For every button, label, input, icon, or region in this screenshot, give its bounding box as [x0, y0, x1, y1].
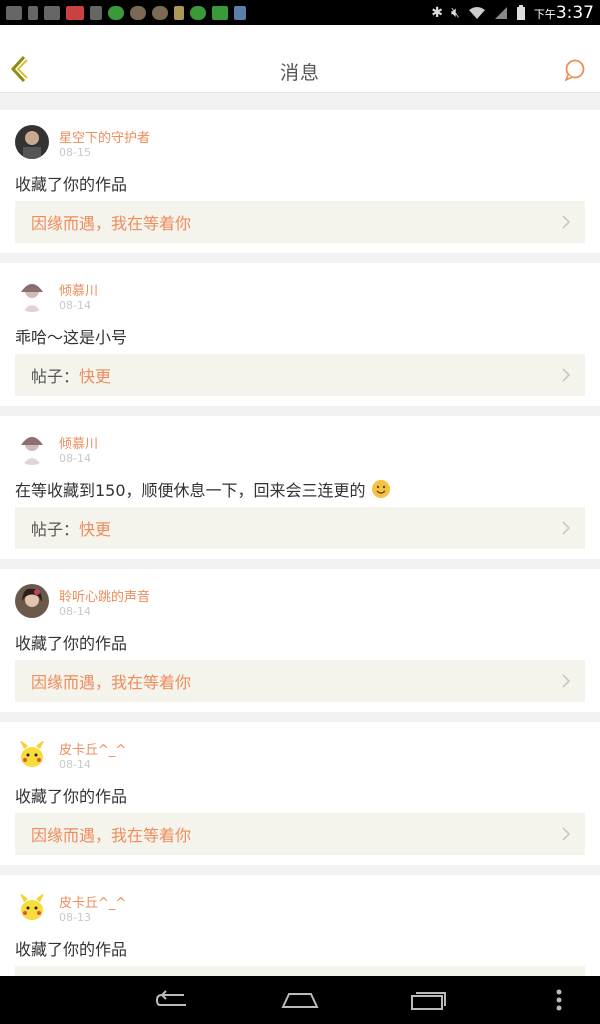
user-name[interactable]: 皮卡丘^_^: [59, 892, 126, 911]
app-notification-icon: [152, 5, 168, 20]
wifi-icon: [468, 6, 485, 19]
message-text: 收藏了你的作品: [15, 940, 128, 959]
message-date: 08-15: [59, 146, 91, 159]
app-notification-icon: [174, 5, 184, 20]
user-name[interactable]: 倾慕川: [59, 433, 98, 452]
pikachu-avatar[interactable]: [15, 737, 49, 771]
link-prefix: 帖子：: [31, 520, 80, 539]
status-time: 3:37: [555, 2, 594, 23]
user-name[interactable]: 皮卡丘^_^: [59, 739, 126, 758]
battery-icon: [516, 4, 525, 20]
message-text: 乖哈～这是小号: [15, 328, 128, 347]
page-title: 消息: [279, 62, 320, 84]
message-text-row: 在等收藏到150，顺便休息一下，回来会三连更的: [15, 477, 391, 501]
system-nav-bar: [0, 976, 600, 1024]
linked-post[interactable]: 因缘而遇，我在等着你: [15, 201, 585, 243]
linked-post[interactable]: [15, 966, 585, 976]
image-notification-icon: [44, 5, 60, 20]
message-date: 08-13: [59, 911, 91, 924]
chevron-right-icon: [562, 368, 571, 382]
link-prefix: 帖子：: [31, 367, 80, 386]
linked-post[interactable]: 因缘而遇，我在等着你: [15, 813, 585, 855]
chevron-right-icon: [562, 827, 571, 841]
message-card[interactable]: 皮卡丘^_^ 08-14 收藏了你的作品 因缘而遇，我在等着你: [0, 722, 600, 865]
message-date: 08-14: [59, 299, 91, 312]
status-bar: ✱ 🔇︎ 下午3:37: [0, 0, 600, 25]
screen: ✱ 🔇︎ 下午3:37 消息 星空下的守护者 08-15 收藏了你的作品 因缘而…: [0, 0, 600, 1024]
linked-post[interactable]: 因缘而遇，我在等着你: [15, 660, 585, 702]
overflow-menu-icon: [556, 989, 562, 1011]
nav-home-button[interactable]: [270, 984, 330, 1016]
lock-icon: [28, 5, 38, 20]
tiktok-icon: [90, 5, 102, 20]
nav-recents-button[interactable]: [398, 984, 458, 1016]
message-card[interactable]: 皮卡丘^_^ 08-13 收藏了你的作品: [0, 875, 600, 976]
girl-avatar[interactable]: [15, 431, 49, 465]
shield-notification-icon: [234, 5, 246, 20]
app-notification-icon: [66, 5, 84, 20]
bluetooth-icon: ✱: [431, 4, 443, 21]
portrait-avatar[interactable]: [15, 584, 49, 618]
chevron-right-icon: [562, 521, 571, 535]
chevron-right-icon: [562, 215, 571, 229]
app-notification-icon: [130, 5, 146, 20]
message-card[interactable]: 聆听心跳的声音 08-14 收藏了你的作品 因缘而遇，我在等着你: [0, 569, 600, 712]
user-name[interactable]: 聆听心跳的声音: [59, 586, 150, 605]
girl-avatar[interactable]: [15, 278, 49, 312]
message-date: 08-14: [59, 452, 91, 465]
screenshot-notification-icon: [6, 5, 22, 20]
user-name[interactable]: 星空下的守护者: [59, 127, 150, 146]
linked-post[interactable]: 帖子： 快更: [15, 354, 585, 396]
link-text: 快更: [79, 520, 112, 539]
chat-bubble-icon: [564, 59, 585, 81]
system-indicators: ✱ 🔇︎ 下午3:37: [431, 3, 594, 23]
smile-emoji-icon: [371, 480, 390, 498]
app-bar: 消息: [0, 25, 600, 93]
nav-menu-button[interactable]: [544, 984, 574, 1016]
app-notification-icon: [190, 5, 206, 20]
message-date: 08-14: [59, 758, 91, 771]
mute-icon: 🔇︎: [450, 4, 460, 21]
link-text: 因缘而遇，我在等着你: [31, 826, 192, 845]
nav-back-button[interactable]: [142, 984, 202, 1016]
back-arrow-icon: [155, 990, 186, 1006]
message-text: 收藏了你的作品: [15, 787, 128, 806]
home-icon: [281, 993, 319, 1008]
message-date: 08-14: [59, 605, 91, 618]
app-notification-icon: [108, 5, 124, 20]
time-prefix: 下午: [533, 7, 556, 21]
message-text: 在等收藏到150，顺便休息一下，回来会三连更的: [15, 481, 366, 500]
link-text: 因缘而遇，我在等着你: [31, 214, 192, 233]
user-name[interactable]: 倾慕川: [59, 280, 98, 299]
message-text: 收藏了你的作品: [15, 175, 128, 194]
message-card[interactable]: 倾慕川 08-14 乖哈～这是小号 帖子： 快更: [0, 263, 600, 406]
recents-icon: [411, 992, 446, 1010]
message-text: 收藏了你的作品: [15, 634, 128, 653]
notification-icons: [6, 5, 246, 20]
message-list[interactable]: 星空下的守护者 08-15 收藏了你的作品 因缘而遇，我在等着你 倾慕川 08-…: [0, 100, 600, 976]
app-notification-icon: [212, 5, 228, 20]
message-card[interactable]: 星空下的守护者 08-15 收藏了你的作品 因缘而遇，我在等着你: [0, 110, 600, 253]
message-card[interactable]: 倾慕川 08-14 在等收藏到150，顺便休息一下，回来会三连更的 帖子： 快更: [0, 416, 600, 559]
chat-button[interactable]: [562, 57, 588, 83]
link-text: 因缘而遇，我在等着你: [31, 673, 192, 692]
signal-icon: [494, 6, 507, 19]
linked-post[interactable]: 帖子： 快更: [15, 507, 585, 549]
chevron-right-icon: [562, 674, 571, 688]
pikachu-avatar[interactable]: [15, 890, 49, 924]
link-text: 快更: [79, 367, 112, 386]
dark-avatar[interactable]: [15, 125, 49, 159]
